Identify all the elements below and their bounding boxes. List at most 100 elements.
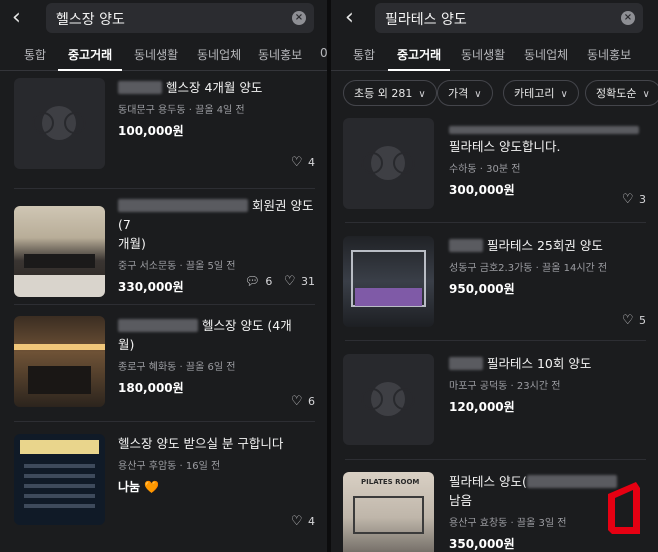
app-root: ‹ 헬스장 양도 × 통합 중고거래 동네생활 동네업체 동네홍보 0 헬스장 … [0, 0, 658, 552]
tab-neighborhood-life[interactable]: 동네생활 [461, 46, 505, 63]
item-info: 필라테스 양도합니다. 수하동 · 30분 전 300,000원 [449, 118, 646, 198]
item-info: 필라테스 25회권 양도 성동구 금호2.3가동 · 끌올 14시간 전 950… [449, 236, 646, 297]
tab-integrated[interactable]: 통합 [24, 46, 46, 63]
item-title: 헬스장 양도 (4개 월) [118, 318, 292, 352]
search-query-text: 헬스장 양도 [56, 12, 125, 28]
search-query-text: 필라테스 양도 [385, 12, 467, 28]
item-stats: ♡ 4 [283, 155, 315, 170]
photo-sign-text: PILATES ROOM [361, 478, 420, 486]
tab-used-trade[interactable]: 중고거래 [397, 46, 441, 63]
list-divider [345, 340, 646, 341]
active-tab-underline [58, 69, 122, 71]
redacted-text [118, 81, 162, 94]
item-photo [14, 434, 105, 525]
item-price: 나눔 🧡 [118, 480, 160, 494]
filter-chip-location[interactable]: 초등 외 281 ∨ [343, 80, 437, 106]
redacted-text [118, 319, 198, 332]
right-search-panel: ‹ 필라테스 양도 × 통합 중고거래 동네생활 동네업체 동네홍보 초등 외 … [331, 0, 658, 552]
item-thumbnail [14, 78, 105, 169]
like-count: 6 [308, 395, 315, 408]
redacted-text [449, 239, 483, 252]
clear-search-icon[interactable]: × [621, 11, 635, 25]
item-info: 헬스장 양도 (4개 월) 종로구 혜화동 · 끌올 6일 전 180,000원 [118, 316, 315, 396]
item-meta: 종로구 혜화동 · 끌올 6일 전 [118, 362, 236, 373]
heart-icon: ♡ [290, 394, 303, 409]
item-title: 필라테스 양도합니다. [449, 118, 646, 156]
redacted-text [526, 475, 617, 488]
tab-integrated[interactable]: 통합 [353, 46, 375, 63]
item-meta: 동대문구 용두동 · 끌올 4일 전 [118, 105, 245, 116]
back-arrow-icon[interactable]: ‹ [345, 6, 367, 30]
placeholder-ball-icon [32, 106, 86, 140]
like-count: 4 [308, 515, 315, 528]
placeholder-ball-icon [361, 382, 415, 416]
brand-logo-icon [608, 482, 640, 534]
tab-neighborhood-life[interactable]: 동네생활 [134, 46, 178, 63]
filter-chip-category[interactable]: 카테고리 ∨ [503, 80, 579, 106]
tab-local-business[interactable]: 동네업체 [197, 46, 241, 63]
chevron-down-icon: ∨ [418, 89, 426, 100]
item-price: 100,000원 [118, 124, 184, 138]
item-stats: ♡ 3 [614, 192, 646, 207]
item-meta: 중구 서소문동 · 끌올 5일 전 [118, 261, 236, 272]
item-stats: ♡ 5 [614, 313, 646, 328]
item-stats: ♡ 4 [283, 514, 315, 529]
search-input[interactable]: 필라테스 양도 × [375, 3, 643, 33]
category-tabs: 통합 중고거래 동네생활 동네업체 동네홍보 0 [0, 38, 327, 71]
item-meta: 성동구 금호2.3가동 · 끌올 14시간 전 [449, 263, 608, 274]
list-divider [345, 459, 646, 460]
item-stats: 💬︎ 6 ♡ 31 [237, 274, 315, 289]
left-search-panel: ‹ 헬스장 양도 × 통합 중고거래 동네생활 동네업체 동네홍보 0 헬스장 … [0, 0, 327, 552]
placeholder-ball-icon [361, 146, 415, 180]
category-tabs: 통합 중고거래 동네생활 동네업체 동네홍보 [331, 38, 658, 71]
like-count: 5 [639, 314, 646, 327]
tab-used-trade[interactable]: 중고거래 [68, 46, 112, 63]
item-photo: PILATES ROOM [343, 472, 434, 552]
list-divider [345, 222, 646, 223]
list-divider [14, 421, 315, 422]
orange-heart-icon: 🧡 [144, 480, 160, 494]
like-count: 3 [639, 193, 646, 206]
filter-chips: 초등 외 281 ∨ 가격 ∨ 카테고리 ∨ 정확도순 ∨ [331, 80, 658, 108]
search-header: ‹ 헬스장 양도 × [0, 0, 327, 36]
item-meta: 용산구 후암동 · 16일 전 [118, 461, 221, 472]
like-count: 31 [301, 275, 315, 288]
comment-count: 6 [265, 275, 273, 288]
tab-more[interactable]: 0 [320, 46, 327, 60]
like-count: 4 [308, 156, 315, 169]
item-stats: ♡ 6 [283, 394, 315, 409]
heart-icon: ♡ [290, 155, 303, 170]
heart-icon: ♡ [621, 192, 634, 207]
filter-chip-price[interactable]: 가격 ∨ [437, 80, 493, 106]
list-divider [14, 304, 315, 305]
item-info: 헬스장 양도 받으실 분 구합니다 용산구 후암동 · 16일 전 나눔 🧡 [118, 434, 315, 495]
list-divider [14, 188, 315, 189]
item-title: 회원권 양도 (7 개월) [118, 198, 314, 251]
item-info: 헬스장 4개월 양도 동대문구 용두동 · 끌올 4일 전 100,000원 [118, 78, 315, 139]
item-thumbnail [343, 118, 434, 209]
redacted-text [449, 357, 483, 370]
back-arrow-icon[interactable]: ‹ [12, 6, 34, 30]
tab-local-promo[interactable]: 동네홍보 [258, 46, 302, 63]
search-input[interactable]: 헬스장 양도 × [46, 3, 314, 33]
redacted-text [449, 126, 639, 134]
chevron-down-icon: ∨ [474, 89, 482, 100]
item-meta: 수하동 · 30분 전 [449, 164, 521, 175]
tab-local-promo[interactable]: 동네홍보 [587, 46, 631, 63]
heart-icon: ♡ [290, 514, 303, 529]
chevron-down-icon: ∨ [642, 89, 650, 100]
item-photo [343, 236, 434, 327]
tab-local-business[interactable]: 동네업체 [524, 46, 568, 63]
item-price: 120,000원 [449, 400, 515, 414]
clear-search-icon[interactable]: × [292, 11, 306, 25]
item-thumbnail [343, 354, 434, 445]
chevron-down-icon: ∨ [560, 89, 568, 100]
filter-chip-sort[interactable]: 정확도순 ∨ [585, 80, 658, 106]
item-meta: 마포구 공덕동 · 23시간 전 [449, 381, 561, 392]
item-photo [14, 206, 105, 297]
heart-icon: ♡ [283, 274, 296, 289]
item-title: 필라테스 25회권 양도 [449, 236, 646, 255]
comment-bubble-icon: 💬︎ [244, 274, 260, 288]
item-photo [14, 316, 105, 407]
active-tab-underline [388, 69, 450, 71]
